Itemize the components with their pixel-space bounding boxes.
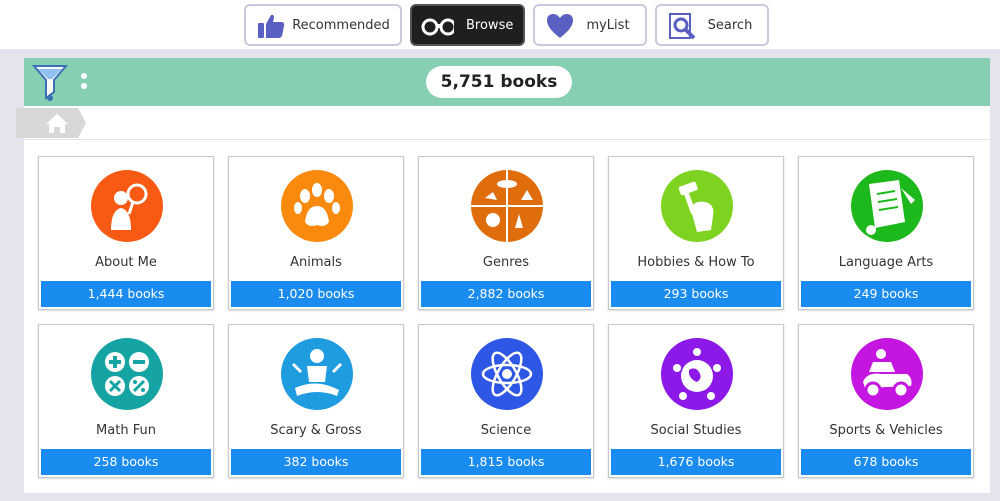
globe-people-icon [661,338,733,410]
book-count-badge: 678 books [801,449,971,475]
vehicle-icon [851,338,923,410]
recommended-button[interactable]: Recommended [244,4,402,46]
book-count-badge: 249 books [801,281,971,307]
book-count-badge: 258 books [41,449,211,475]
category-card-social-studies[interactable]: Social Studies 1,676 books [608,324,784,478]
paw-icon [281,170,353,242]
home-icon[interactable] [16,108,88,138]
atom-icon [471,338,543,410]
category-card-hobbies[interactable]: Hobbies & How To 293 books [608,156,784,310]
hammer-fist-icon [661,170,733,242]
book-count-badge: 293 books [611,281,781,307]
genres-collage-icon [471,170,543,242]
search-button[interactable]: Search [655,4,769,46]
filter-funnel-icon[interactable] [30,62,70,102]
zombie-icon [281,338,353,410]
category-card-scary-gross[interactable]: Scary & Gross 382 books [228,324,404,478]
book-count-badge: 382 books [231,449,401,475]
book-count-badge: 1,815 books [421,449,591,475]
category-card-math-fun[interactable]: Math Fun 258 books [38,324,214,478]
book-count-badge: 1,676 books [611,449,781,475]
browse-button[interactable]: Browse [410,4,525,46]
more-options-icon[interactable] [80,73,88,91]
math-operators-icon [91,338,163,410]
top-nav-bar: Recommended Browse myList Search [0,0,1000,50]
book-count-badge: 1,020 books [231,281,401,307]
mylist-button[interactable]: myList [533,4,647,46]
category-card-language-arts[interactable]: Language Arts 249 books [798,156,974,310]
book-count-badge: 1,444 books [41,281,211,307]
category-card-animals[interactable]: Animals 1,020 books [228,156,404,310]
category-card-science[interactable]: Science 1,815 books [418,324,594,478]
category-card-about-me[interactable]: About Me 1,444 books [38,156,214,310]
person-magnifier-icon [91,170,163,242]
browse-panel: 5,751 books About Me 1,444 books Animals… [16,58,990,493]
scroll-icon [851,170,923,242]
category-card-genres[interactable]: Genres 2,882 books [418,156,594,310]
book-count: 5,751 books [426,66,572,98]
breadcrumb [16,106,990,140]
book-count-badge: 2,882 books [421,281,591,307]
category-card-sports-vehicles[interactable]: Sports & Vehicles 678 books [798,324,974,478]
filter-bar: 5,751 books [24,58,990,106]
